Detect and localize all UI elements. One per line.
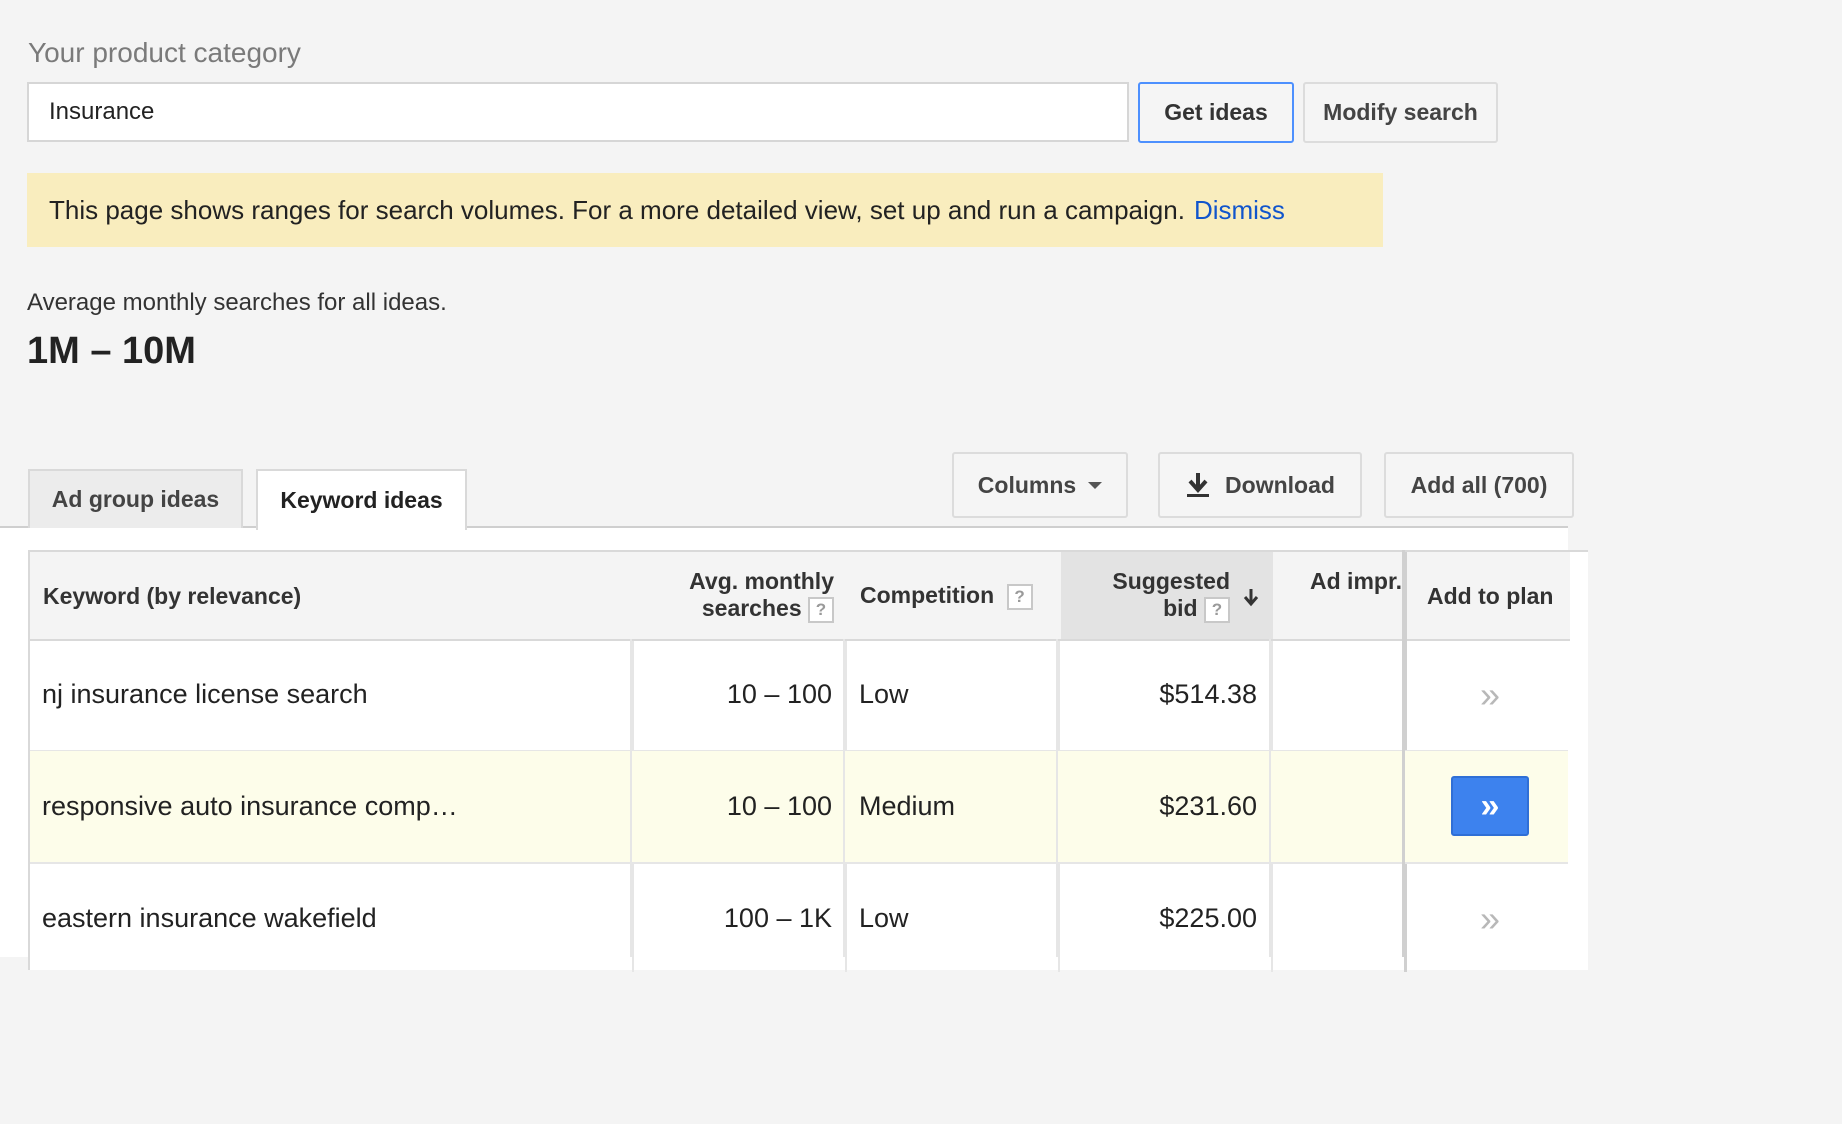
header-add-to-plan: Add to plan	[1427, 583, 1554, 609]
avg-searches-label: Average monthly searches for all ideas.	[27, 289, 447, 316]
header-avg-line2: searches	[701, 595, 802, 621]
caret-down-icon	[1088, 481, 1103, 489]
avg-searches-value: 1M – 10M	[27, 330, 196, 372]
download-button[interactable]: Download	[1158, 452, 1362, 518]
help-icon[interactable]: ?	[1204, 596, 1230, 623]
competition-cell: Medium	[859, 791, 956, 821]
column-separator	[843, 639, 845, 957]
product-category-label: Your product category	[28, 37, 301, 68]
get-ideas-button[interactable]: Get ideas	[1138, 82, 1294, 143]
download-label: Download	[1225, 471, 1335, 498]
tab-ad-group-ideas[interactable]: Ad group ideas	[28, 469, 243, 528]
keyword-cell: nj insurance license search	[42, 679, 368, 709]
column-separator	[1269, 639, 1271, 957]
help-icon[interactable]: ?	[1006, 583, 1033, 610]
modify-search-button[interactable]: Modify search	[1303, 82, 1498, 143]
table-row[interactable]: eastern insurance wakefield 100 – 1K Low…	[30, 863, 1568, 974]
header-avg-monthly-searches[interactable]: Avg. monthly searches ?	[644, 568, 834, 623]
competition-cell: Low	[859, 903, 909, 933]
bid-cell: $231.60	[1159, 791, 1257, 821]
add-to-plan-button[interactable]: »	[1460, 639, 1520, 750]
bid-cell: $225.00	[1159, 903, 1257, 933]
add-to-plan-button[interactable]: »	[1460, 863, 1520, 974]
header-bid-line2: bid	[1163, 595, 1198, 621]
column-separator	[1402, 550, 1405, 957]
header-ad-impr[interactable]: Ad impr.	[1310, 568, 1402, 595]
header-competition-label: Competition	[860, 582, 995, 608]
table-row[interactable]: nj insurance license search 10 – 100 Low…	[30, 639, 1568, 752]
header-competition[interactable]: Competition ?	[860, 582, 1033, 610]
arrow-down-icon[interactable]	[1242, 588, 1260, 608]
help-icon[interactable]: ?	[808, 596, 834, 623]
searches-cell: 10 – 100	[726, 791, 832, 821]
column-separator	[1056, 639, 1058, 957]
notice-text: This page shows ranges for search volume…	[49, 194, 1185, 225]
table-row[interactable]: responsive auto insurance comp… 10 – 100…	[30, 751, 1568, 864]
product-category-input[interactable]	[27, 82, 1129, 142]
header-suggested-bid[interactable]: Suggested bid ?	[1070, 568, 1230, 623]
header-keyword[interactable]: Keyword (by relevance)	[43, 583, 301, 610]
competition-cell: Low	[859, 679, 909, 709]
header-avg-line1: Avg. monthly	[689, 568, 834, 594]
dismiss-link[interactable]: Dismiss	[1194, 195, 1285, 226]
search-volume-notice: This page shows ranges for search volume…	[27, 173, 1383, 247]
header-bid-line1: Suggested	[1112, 568, 1230, 594]
bid-cell: $514.38	[1159, 679, 1257, 709]
download-icon	[1187, 473, 1210, 497]
columns-dropdown-button[interactable]: Columns	[952, 452, 1128, 518]
columns-label: Columns	[977, 471, 1077, 498]
keyword-cell: eastern insurance wakefield	[42, 903, 377, 933]
searches-cell: 100 – 1K	[723, 903, 832, 933]
column-separator	[630, 639, 632, 957]
add-all-button[interactable]: Add all (700)	[1384, 452, 1574, 518]
keyword-cell: responsive auto insurance comp…	[42, 791, 458, 821]
searches-cell: 10 – 100	[726, 679, 832, 709]
tab-keyword-ideas[interactable]: Keyword ideas	[256, 469, 467, 530]
add-to-plan-button[interactable]: »	[1451, 776, 1529, 836]
